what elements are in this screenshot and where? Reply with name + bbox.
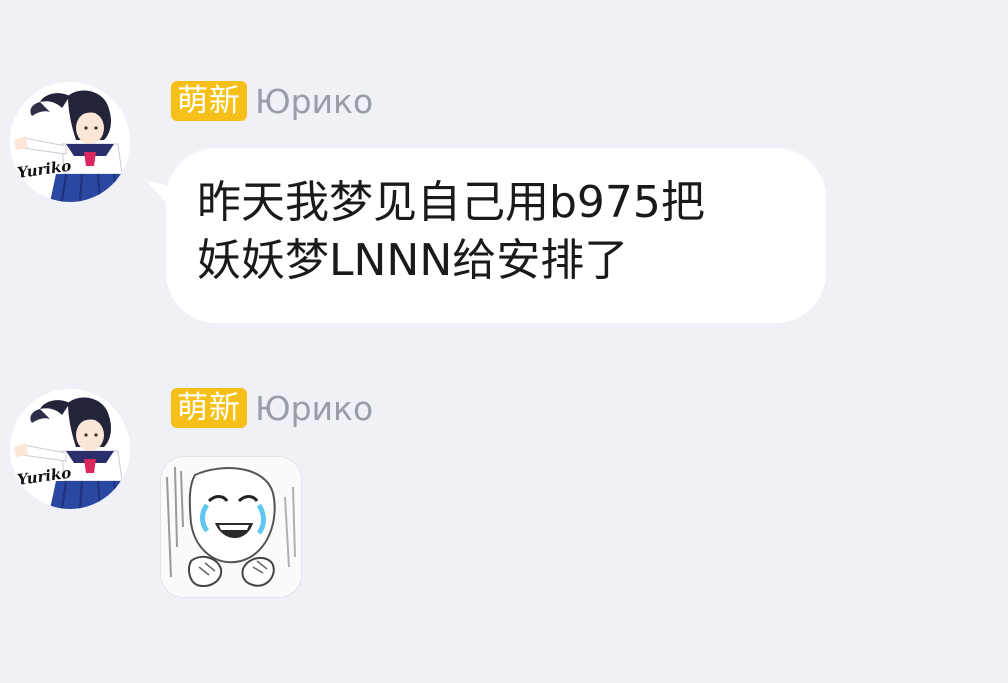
message-header: 萌新 Юрико	[171, 80, 373, 122]
member-level-badge: 萌新	[171, 81, 247, 121]
crying-laughing-meme-sticker[interactable]	[160, 456, 302, 598]
message-text-line: 昨天我梦见自己用b975把	[197, 177, 705, 228]
member-level-badge: 萌新	[171, 388, 247, 428]
sticker-image	[161, 457, 301, 597]
message-text-line: 妖妖梦LNNN给安排了	[197, 235, 629, 286]
sender-name[interactable]: Юрико	[255, 389, 373, 428]
avatar-image: Yuriko	[10, 82, 130, 202]
sender-avatar[interactable]: Yuriko	[10, 389, 130, 509]
avatar-image: Yuriko	[10, 389, 130, 509]
message-header: 萌新 Юрико	[171, 387, 373, 429]
sender-avatar[interactable]: Yuriko	[10, 82, 130, 202]
sender-name[interactable]: Юрико	[255, 82, 373, 121]
message-bubble[interactable]: 昨天我梦见自己用b975把 妖妖梦LNNN给安排了	[166, 148, 826, 323]
